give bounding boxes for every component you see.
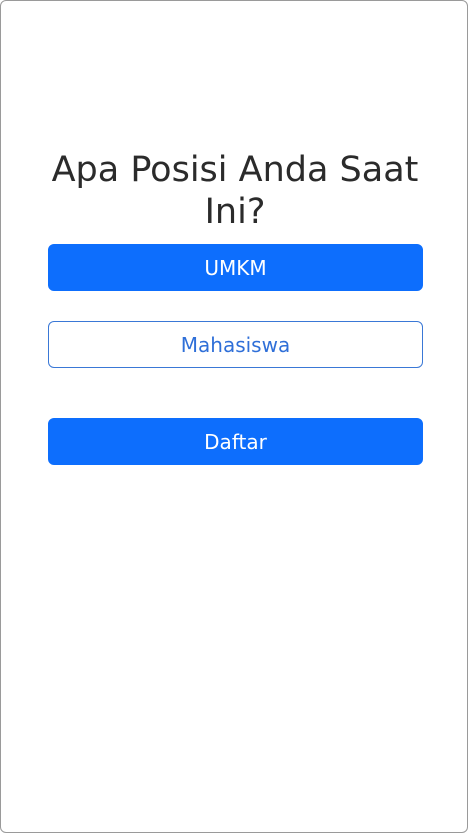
page-title: Apa Posisi Anda Saat Ini?: [51, 150, 419, 232]
daftar-button[interactable]: Daftar: [48, 418, 423, 465]
option-umkm-button[interactable]: UMKM: [48, 244, 423, 291]
app-frame: Apa Posisi Anda Saat Ini? UMKM Mahasiswa…: [0, 0, 468, 833]
option-mahasiswa-button[interactable]: Mahasiswa: [48, 321, 423, 368]
